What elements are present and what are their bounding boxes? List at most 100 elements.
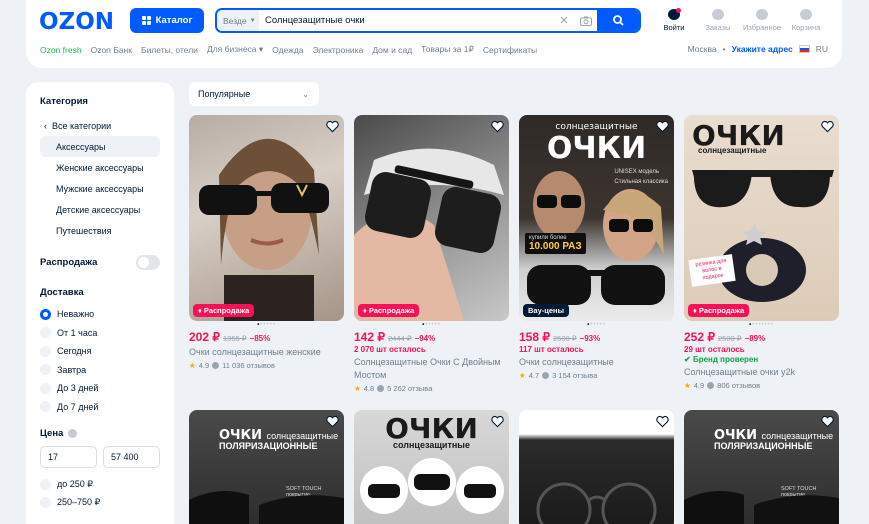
sort-select[interactable]: Популярные ⌄ bbox=[189, 82, 319, 106]
product-title[interactable]: Солнцезащитные очки y2k bbox=[684, 366, 839, 379]
cart-icon bbox=[800, 9, 812, 20]
product-image[interactable]: ОЧКИ солнцезащитные bbox=[354, 410, 509, 524]
box-icon bbox=[712, 9, 724, 20]
nav-ozon-fresh[interactable]: Ozon fresh bbox=[40, 45, 82, 55]
heart-icon[interactable] bbox=[491, 120, 504, 133]
delivery-option[interactable]: От 1 часа bbox=[40, 324, 160, 343]
sale-label: Распродажа bbox=[40, 257, 98, 268]
product-title[interactable]: Очки солнцезащитные женские bbox=[189, 346, 344, 359]
product-card[interactable]: ОЧКИ солнцезащитные ПОЛЯРИЗАЦИОННЫЕ SOFT… bbox=[189, 410, 344, 524]
price-to-input[interactable]: 57 400 bbox=[103, 446, 160, 468]
price-range-option[interactable]: до 250 ₽ bbox=[40, 475, 160, 494]
sale-badge: ♦ Распродажа bbox=[193, 304, 255, 317]
category-accessories[interactable]: Аксессуары bbox=[40, 136, 160, 157]
star-icon: ★ bbox=[684, 381, 691, 390]
product-image[interactable]: ♦ Распродажа bbox=[189, 115, 344, 321]
reviews-count[interactable]: 3 154 отзыва bbox=[552, 371, 597, 380]
reviews-count[interactable]: 5 262 отзыва bbox=[387, 384, 432, 393]
product-card[interactable] bbox=[519, 410, 674, 524]
heart-icon[interactable] bbox=[821, 415, 834, 428]
filters-sidebar: Категория ‹ Все категории Аксессуары Женс… bbox=[26, 82, 174, 524]
nav-tickets[interactable]: Билеты, отели bbox=[141, 45, 198, 55]
category-all[interactable]: ‹ Все категории bbox=[40, 115, 160, 136]
reviews-icon bbox=[212, 362, 220, 369]
product-image[interactable]: ОЧКИ солнцезащитные ПОЛЯРИЗАЦИОННЫЕ SOFT… bbox=[684, 410, 839, 524]
rating-value: 4.7 bbox=[528, 371, 540, 380]
login-button[interactable]: Войти bbox=[653, 8, 695, 32]
heart-icon[interactable] bbox=[326, 120, 339, 133]
delivery-option[interactable]: До 3 дней bbox=[40, 379, 160, 398]
product-title[interactable]: Солнцезащитные Очки С Двойным Мостом bbox=[354, 356, 509, 382]
nav-ozon-bank[interactable]: Ozon Банк bbox=[91, 45, 132, 55]
favorites-button[interactable]: Избранное bbox=[741, 9, 783, 32]
price-range-option[interactable]: 250–750 ₽ bbox=[40, 494, 160, 513]
product-title[interactable]: Очки солнцезащитные bbox=[519, 356, 674, 369]
nav-electronics[interactable]: Электроника bbox=[313, 45, 364, 55]
delivery-option-label: До 3 дней bbox=[57, 383, 99, 394]
delivery-option[interactable]: Завтра bbox=[40, 361, 160, 380]
nav-certificates[interactable]: Сертификаты bbox=[483, 45, 537, 55]
info-icon[interactable] bbox=[68, 429, 78, 438]
product-card[interactable]: ОЧКИ солнцезащитные ПОЛЯРИЗАЦИОННЫЕ SOFT… bbox=[684, 410, 839, 524]
search-button[interactable] bbox=[597, 10, 639, 31]
clear-icon[interactable]: ✕ bbox=[553, 10, 575, 31]
city-name[interactable]: Москва bbox=[688, 44, 717, 54]
delivery-option[interactable]: Сегодня bbox=[40, 342, 160, 361]
product-card[interactable]: ОЧКИ солнцезащитные резинка для волос в … bbox=[684, 115, 839, 390]
product-image[interactable]: ОЧКИ солнцезащитные резинка для волос в … bbox=[684, 115, 839, 321]
delivery-option[interactable]: Неважно bbox=[40, 305, 160, 324]
nav-clothes[interactable]: Одежда bbox=[272, 45, 303, 55]
product-image[interactable]: ♦ Распродажа bbox=[354, 115, 509, 321]
sale-badge: ♦ Распродажа bbox=[688, 304, 750, 317]
product-card[interactable]: ОЧКИ солнцезащитные bbox=[354, 410, 509, 524]
image-pager: •••••• bbox=[422, 322, 441, 328]
radio bbox=[40, 327, 51, 339]
star-icon: ★ bbox=[519, 371, 526, 380]
reviews-count[interactable]: 11 036 отзывов bbox=[222, 361, 275, 370]
chevron-down-icon: ▼ bbox=[249, 17, 256, 24]
old-price: 2500 ₽ bbox=[718, 334, 742, 343]
reviews-count[interactable]: 806 отзывов bbox=[717, 381, 760, 390]
product-card[interactable]: ♦ Распродажа •••••• 202 ₽1355 ₽ −85% Очки… bbox=[189, 115, 344, 370]
badge-label: Вау-цены bbox=[528, 306, 564, 315]
radio bbox=[40, 345, 51, 357]
old-price: 1355 ₽ bbox=[223, 334, 247, 343]
camera-search-icon[interactable] bbox=[575, 10, 597, 31]
product-card[interactable]: ♦ Распродажа •••••• 142 ₽2444 ₽ −94% 2 07… bbox=[354, 115, 509, 393]
heart-icon[interactable] bbox=[656, 120, 669, 133]
nav-one-ruble[interactable]: Товары за 1₽ bbox=[421, 44, 474, 55]
heart-icon[interactable] bbox=[491, 415, 504, 428]
category-travel[interactable]: Путешествия bbox=[40, 220, 160, 241]
product-image[interactable]: солнцезащитные ОЧКИ UNISEX модель Стильн… bbox=[519, 115, 674, 321]
ozon-logo[interactable]: OZON bbox=[39, 9, 114, 35]
sale-toggle[interactable] bbox=[136, 255, 160, 270]
search-input[interactable]: Солнцезащитные очки bbox=[259, 15, 553, 26]
image-pager: •••••• bbox=[257, 322, 276, 328]
search-scope-select[interactable]: Везде ▼ bbox=[217, 10, 259, 31]
heart-icon[interactable] bbox=[326, 415, 339, 428]
stock-left: 29 шт осталось bbox=[684, 345, 745, 354]
category-heading: Категория bbox=[40, 96, 88, 107]
language-label[interactable]: RU bbox=[816, 44, 828, 54]
product-image[interactable]: ОЧКИ солнцезащитные ПОЛЯРИЗАЦИОННЫЕ SOFT… bbox=[189, 410, 344, 524]
product-card[interactable]: солнцезащитные ОЧКИ UNISEX модель Стильн… bbox=[519, 115, 674, 380]
category-kids-accessories[interactable]: Детские аксессуары bbox=[40, 199, 160, 220]
catalog-button[interactable]: Каталог bbox=[130, 8, 204, 33]
orders-button[interactable]: Заказы bbox=[697, 9, 739, 32]
radio bbox=[40, 364, 51, 376]
cart-button[interactable]: Корзина bbox=[785, 9, 827, 32]
price-from-input[interactable]: 17 bbox=[40, 446, 97, 468]
chevron-left-icon: ‹ bbox=[44, 120, 47, 131]
product-image[interactable] bbox=[519, 410, 674, 524]
radio bbox=[40, 401, 51, 413]
nav-business[interactable]: Для бизнеса ▾ bbox=[207, 44, 263, 55]
heart-icon[interactable] bbox=[821, 120, 834, 133]
category-men-accessories[interactable]: Мужские аксессуары bbox=[40, 178, 160, 199]
nav-home-garden[interactable]: Дом и сад bbox=[372, 45, 412, 55]
cart-label: Корзина bbox=[791, 23, 821, 32]
category-women-accessories[interactable]: Женские аксессуары bbox=[40, 157, 160, 178]
header: OZON Каталог Везде ▼ Солнцезащитные очки… bbox=[26, 0, 842, 68]
delivery-option[interactable]: До 7 дней bbox=[40, 398, 160, 417]
heart-icon[interactable] bbox=[656, 415, 669, 428]
address-link[interactable]: Укажите адрес bbox=[732, 44, 793, 54]
